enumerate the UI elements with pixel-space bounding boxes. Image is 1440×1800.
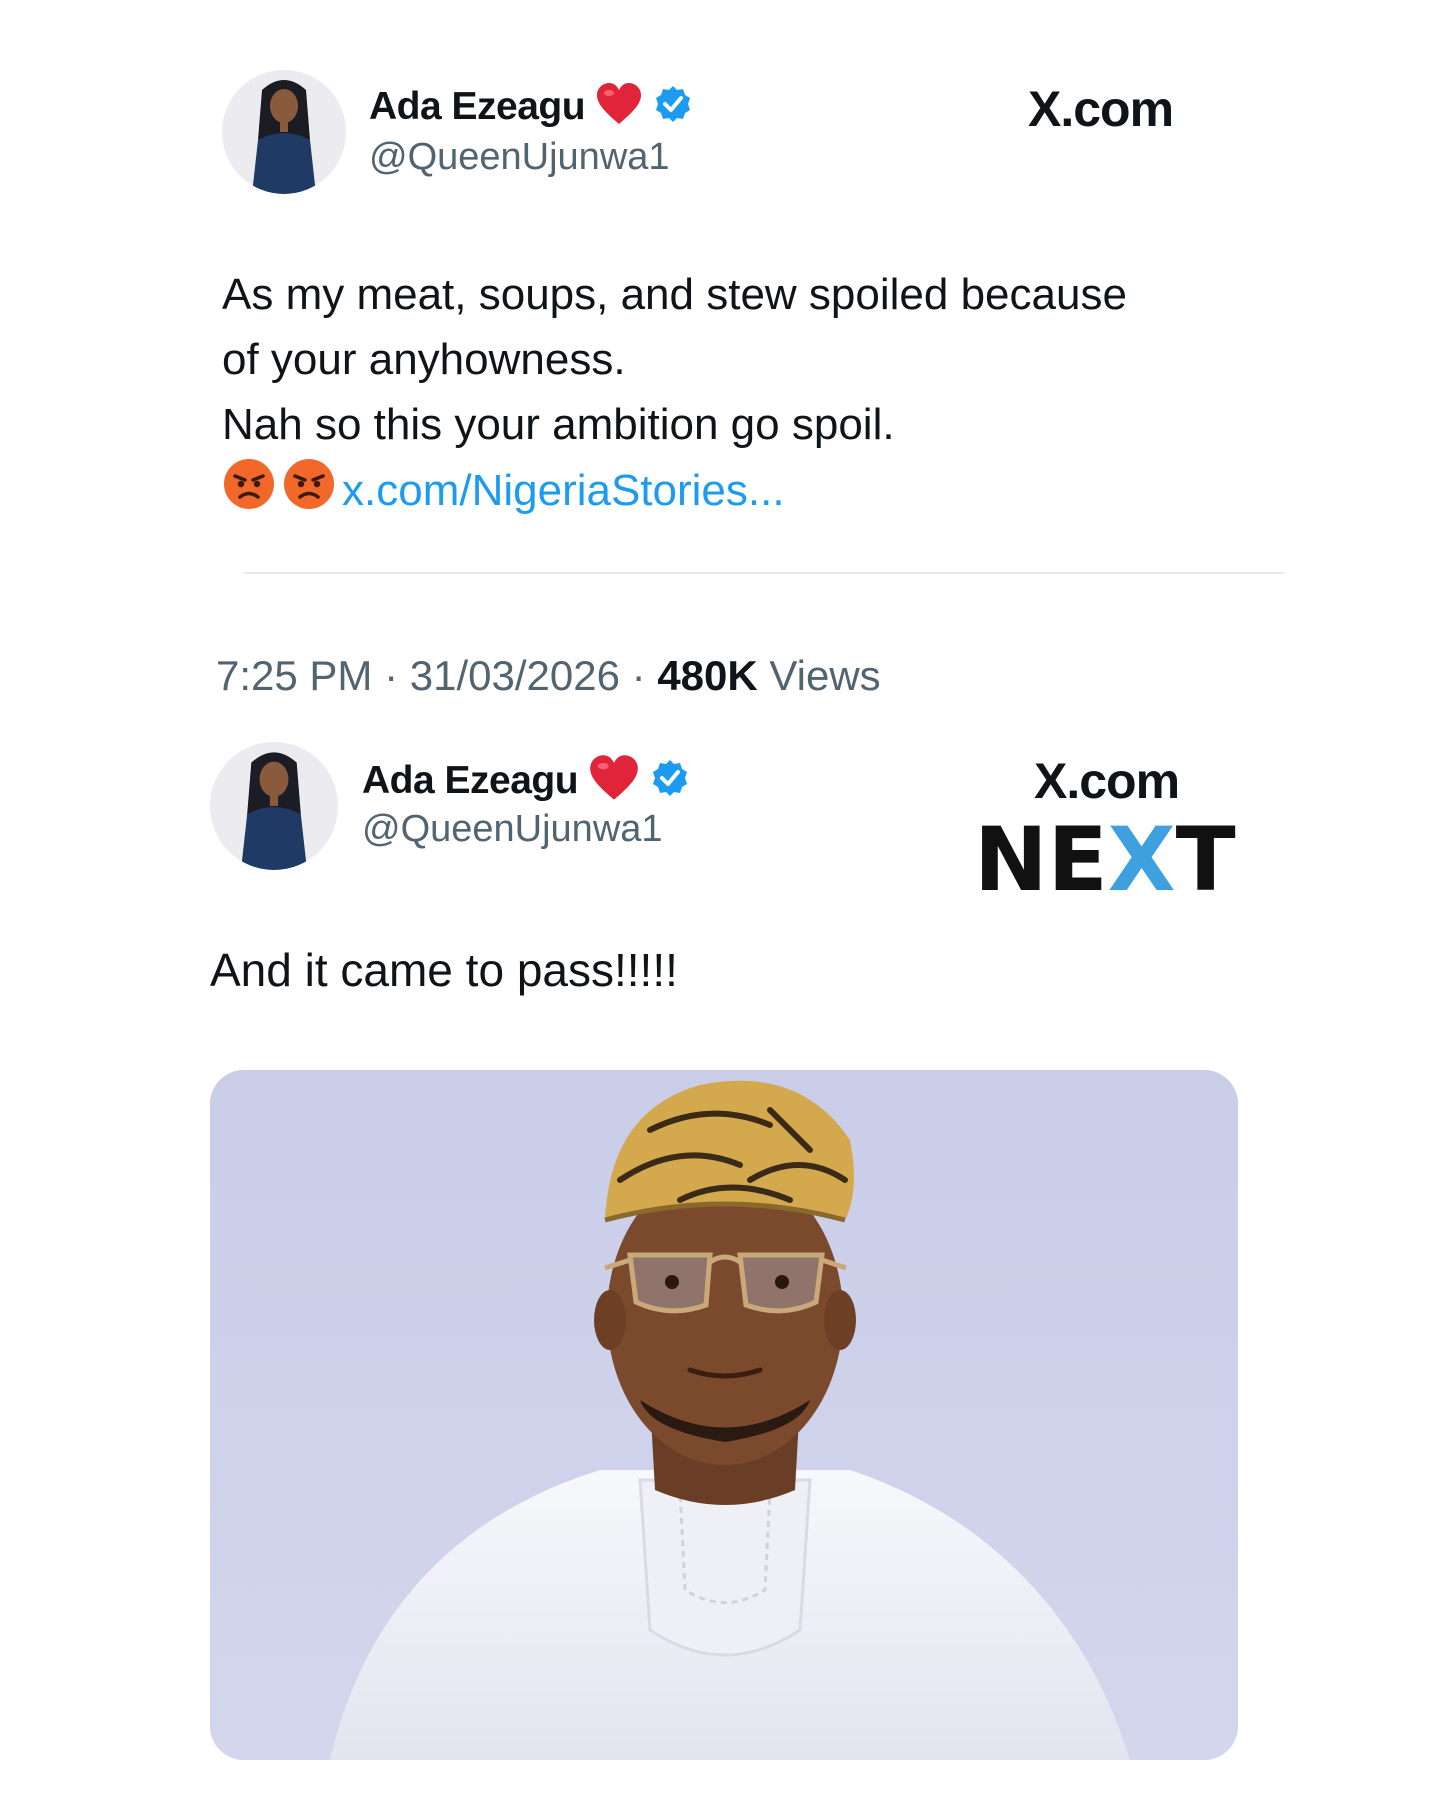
tweet-text: And it came to pass!!!!! <box>210 944 678 996</box>
divider <box>244 572 1284 574</box>
tweet-line-emoji-link: x.com/NigeriaStories... <box>222 457 1127 529</box>
verified-badge-icon <box>650 758 690 803</box>
views-count[interactable]: 480K <box>657 652 757 699</box>
author-name-row: Ada Ezeagu <box>362 754 690 807</box>
heart-icon <box>588 754 640 807</box>
source-label: X.com <box>1034 753 1180 809</box>
display-name[interactable]: Ada Ezeagu <box>362 759 579 803</box>
handle[interactable]: @QueenUjunwa1 <box>362 808 663 851</box>
tweet-line: Nah so this your ambition go spoil. <box>222 400 895 449</box>
angry-face-emoji-icon <box>282 457 336 529</box>
verified-badge-icon <box>653 84 693 129</box>
tweet-meta: 7:25 PM · 31/03/2026 · 480K Views <box>216 652 881 700</box>
tweet-date[interactable]: 31/03/2026 <box>410 652 620 699</box>
man-portrait-image <box>210 1070 1238 1760</box>
next-logo: NEXT <box>974 808 1292 911</box>
source-label: X.com <box>1028 81 1174 137</box>
tweet-line: of your anyhowness. <box>222 335 626 384</box>
tweet-text: As my meat, soups, and stew spoiled beca… <box>222 262 1127 529</box>
avatar[interactable] <box>222 70 346 194</box>
next-logo-text: NEXT <box>974 820 1236 896</box>
tweet-time[interactable]: 7:25 PM <box>216 652 372 699</box>
views-label: Views <box>769 652 881 699</box>
separator: · <box>631 652 646 699</box>
heart-icon <box>595 82 643 131</box>
display-name[interactable]: Ada Ezeagu <box>369 85 586 129</box>
angry-face-emoji-icon <box>222 457 276 529</box>
tweet-link[interactable]: x.com/NigeriaStories... <box>342 466 785 515</box>
avatar[interactable] <box>210 742 338 870</box>
tweet-line: As my meat, soups, and stew spoiled beca… <box>222 270 1127 319</box>
author-name-row: Ada Ezeagu <box>369 82 693 131</box>
handle[interactable]: @QueenUjunwa1 <box>369 136 670 179</box>
tweet-photo[interactable] <box>210 1070 1238 1760</box>
separator: · <box>384 652 399 699</box>
